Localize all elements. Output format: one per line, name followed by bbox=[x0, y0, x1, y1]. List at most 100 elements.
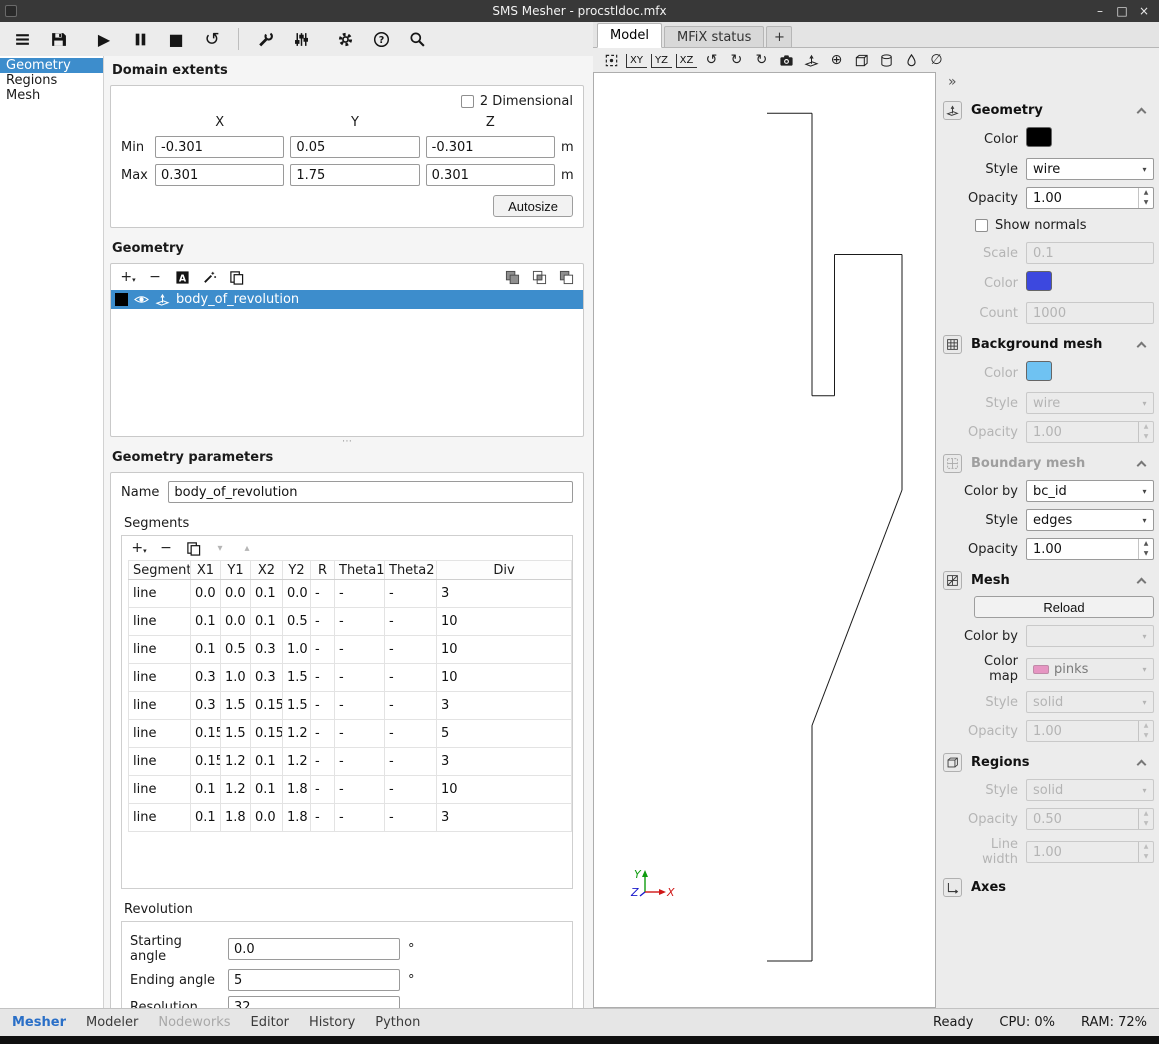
chevron-up-icon[interactable] bbox=[1137, 461, 1147, 471]
segment-row[interactable]: line 0.1 0.5 0.3 1.0 - - - 10 bbox=[129, 636, 572, 664]
toggle-cylinder-button[interactable] bbox=[876, 50, 897, 70]
boundary-style-select[interactable]: edges▾ bbox=[1026, 509, 1154, 531]
section-background-mesh[interactable]: Background mesh bbox=[943, 335, 1153, 354]
copy-segment-button[interactable] bbox=[184, 540, 202, 556]
view-xy-button[interactable]: XY bbox=[626, 54, 647, 68]
rotate-cw-button[interactable]: ↻ bbox=[726, 50, 747, 70]
segment-row[interactable]: line 0.1 1.8 0.0 1.8 - - - 3 bbox=[129, 804, 572, 832]
tab-mfix-status[interactable]: MFiX status bbox=[664, 26, 764, 47]
boolean-intersect-button[interactable] bbox=[530, 269, 548, 285]
max-z-field[interactable] bbox=[426, 164, 555, 186]
max-x-field[interactable] bbox=[155, 164, 284, 186]
boolean-union-button[interactable] bbox=[503, 269, 521, 285]
menu-button[interactable] bbox=[4, 25, 40, 53]
boundary-opacity-stepper[interactable]: 1.00▲▼ bbox=[1026, 538, 1154, 560]
geometry-opacity-stepper[interactable]: 1.00▲▼ bbox=[1026, 187, 1154, 209]
toggle-drop-button[interactable] bbox=[901, 50, 922, 70]
name-field[interactable] bbox=[168, 481, 573, 503]
view-yz-button[interactable]: YZ bbox=[651, 54, 672, 68]
maximize-button[interactable]: □ bbox=[1113, 2, 1131, 20]
screenshot-button[interactable] bbox=[776, 50, 797, 70]
run-button[interactable]: ▶ bbox=[86, 25, 122, 53]
mode-python[interactable]: Python bbox=[375, 1015, 420, 1030]
segment-row[interactable]: line 0.15 1.2 0.1 1.2 - - - 3 bbox=[129, 748, 572, 776]
settings-sliders-button[interactable] bbox=[283, 25, 319, 53]
revolution-row-field[interactable] bbox=[228, 969, 400, 991]
section-boundary-mesh[interactable]: Boundary mesh bbox=[943, 454, 1153, 473]
min-y-field[interactable] bbox=[290, 136, 419, 158]
segment-row[interactable]: line 0.3 1.5 0.15 1.5 - - - 3 bbox=[129, 692, 572, 720]
perspective-button[interactable]: ⊕ bbox=[826, 50, 847, 70]
pause-button[interactable] bbox=[122, 25, 158, 53]
view-xz-button[interactable]: XZ bbox=[676, 54, 697, 68]
boolean-difference-button[interactable] bbox=[557, 269, 575, 285]
toggle-none-button[interactable]: ∅ bbox=[926, 50, 947, 70]
geometry-color-swatch[interactable] bbox=[1026, 127, 1052, 147]
sidebar-item-mesh[interactable]: Mesh bbox=[0, 88, 103, 103]
min-x-field[interactable] bbox=[155, 136, 284, 158]
mode-nodeworks[interactable]: Nodeworks bbox=[158, 1015, 230, 1030]
select-by-name-button[interactable]: A bbox=[173, 269, 191, 285]
reset-button[interactable]: ↺ bbox=[194, 25, 230, 53]
toggle-cube-button[interactable] bbox=[851, 50, 872, 70]
copy-geometry-button[interactable] bbox=[227, 269, 245, 285]
preferences-button[interactable] bbox=[327, 25, 363, 53]
help-button[interactable]: ? bbox=[363, 25, 399, 53]
revolution-row-field[interactable] bbox=[228, 938, 400, 960]
section-geometry[interactable]: Geometry bbox=[943, 101, 1153, 120]
section-regions[interactable]: Regions bbox=[943, 753, 1153, 772]
normals-color-swatch[interactable] bbox=[1026, 271, 1052, 291]
reload-mesh-button[interactable]: Reload bbox=[974, 596, 1154, 618]
autosize-button[interactable]: Autosize bbox=[493, 195, 573, 217]
splitter-handle[interactable]: ⋯ bbox=[110, 439, 584, 445]
remove-geometry-button[interactable]: − bbox=[146, 269, 164, 285]
visibility-eye-icon[interactable] bbox=[134, 293, 149, 306]
rotate-ccw-button[interactable]: ↺ bbox=[701, 50, 722, 70]
segment-row[interactable]: line 0.1 0.0 0.1 0.5 - - - 10 bbox=[129, 608, 572, 636]
move-segment-up-button[interactable]: ▴ bbox=[238, 540, 256, 556]
build-button[interactable] bbox=[247, 25, 283, 53]
toggle-geometry-visibility-button[interactable] bbox=[801, 50, 822, 70]
sidebar-item-regions[interactable]: Regions bbox=[0, 73, 103, 88]
segment-row[interactable]: line 0.1 1.2 0.1 1.8 - - - 10 bbox=[129, 776, 572, 804]
add-geometry-button[interactable]: +▾ bbox=[119, 269, 137, 285]
max-y-field[interactable] bbox=[290, 164, 419, 186]
chevron-up-icon[interactable] bbox=[1137, 342, 1147, 352]
segment-row[interactable]: line 0.3 1.0 0.3 1.5 - - - 10 bbox=[129, 664, 572, 692]
wand-button[interactable] bbox=[200, 269, 218, 285]
sidebar-item-geometry[interactable]: Geometry bbox=[0, 58, 103, 73]
segment-row[interactable]: line 0.0 0.0 0.1 0.0 - - - 3 bbox=[129, 580, 572, 608]
add-segment-button[interactable]: +▾ bbox=[130, 540, 148, 556]
chevron-up-icon[interactable] bbox=[1137, 578, 1147, 588]
section-axes[interactable]: Axes bbox=[943, 878, 1153, 897]
chevron-up-icon[interactable] bbox=[1137, 760, 1147, 770]
mode-mesher[interactable]: Mesher bbox=[12, 1015, 66, 1030]
boundary-color-by-select[interactable]: bc_id▾ bbox=[1026, 480, 1154, 502]
tab-add[interactable]: + bbox=[766, 26, 792, 47]
minimize-button[interactable]: – bbox=[1091, 2, 1109, 20]
search-button[interactable] bbox=[399, 25, 435, 53]
mode-editor[interactable]: Editor bbox=[251, 1015, 289, 1030]
move-segment-down-button[interactable]: ▾ bbox=[211, 540, 229, 556]
background-mesh-color-swatch[interactable] bbox=[1026, 361, 1052, 381]
close-button[interactable]: × bbox=[1135, 2, 1153, 20]
mode-history[interactable]: History bbox=[309, 1015, 355, 1030]
fit-view-button[interactable] bbox=[601, 50, 622, 70]
tab-model[interactable]: Model bbox=[597, 23, 662, 48]
collapse-panel-button[interactable]: » bbox=[948, 74, 1154, 90]
show-normals-checkbox[interactable] bbox=[975, 219, 988, 232]
min-z-field[interactable] bbox=[426, 136, 555, 158]
two-dimensional-checkbox[interactable] bbox=[461, 95, 474, 108]
geometry-list-item[interactable]: body_of_revolution bbox=[111, 290, 583, 309]
geometry-style-select[interactable]: wire▾ bbox=[1026, 158, 1154, 180]
remove-segment-button[interactable]: − bbox=[157, 540, 175, 556]
segment-row[interactable]: line 0.15 1.5 0.15 1.2 - - - 5 bbox=[129, 720, 572, 748]
model-viewport[interactable]: Y X Z bbox=[593, 72, 936, 1008]
reset-view-button[interactable]: ↻ bbox=[751, 50, 772, 70]
stop-button[interactable]: ■ bbox=[158, 25, 194, 53]
save-button[interactable] bbox=[40, 25, 76, 53]
revolution-row-field[interactable] bbox=[228, 996, 400, 1008]
mode-modeler[interactable]: Modeler bbox=[86, 1015, 138, 1030]
section-mesh[interactable]: Mesh bbox=[943, 571, 1153, 590]
chevron-up-icon[interactable] bbox=[1137, 108, 1147, 118]
